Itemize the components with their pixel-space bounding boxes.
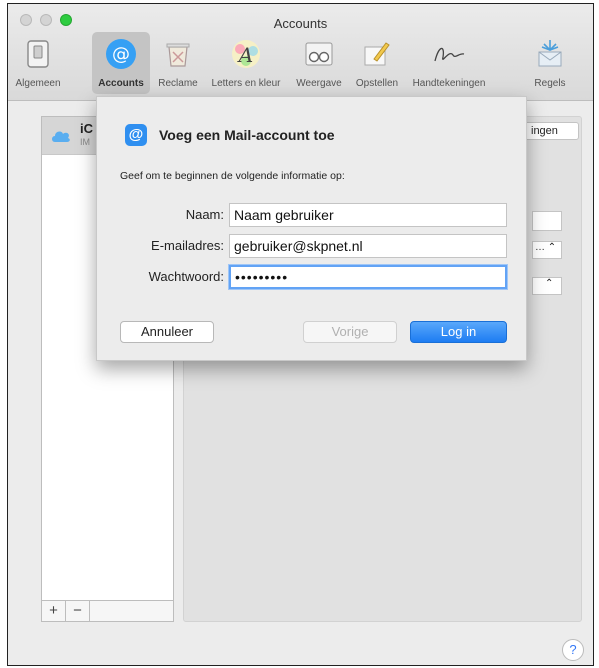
- tab-handtekeningen[interactable]: Handtekeningen: [406, 34, 492, 89]
- tab-label: Accounts: [98, 78, 144, 89]
- preference-tabs: Algemeen @ Accounts Reclame A Letters en…: [8, 32, 593, 98]
- password-label: Wachtwoord:: [148, 269, 224, 284]
- tab-label: Weergave: [296, 78, 342, 89]
- help-button[interactable]: ?: [562, 639, 584, 661]
- cloud-icon: [52, 131, 70, 142]
- switch-icon: [18, 34, 58, 74]
- name-field[interactable]: Naam gebruiker: [229, 203, 507, 227]
- account-type: IM: [80, 137, 90, 147]
- tab-label: Reclame: [158, 78, 198, 89]
- cancel-button[interactable]: Annuleer: [120, 321, 214, 343]
- svg-text:@: @: [112, 44, 130, 65]
- tab-weergave[interactable]: Weergave: [290, 34, 348, 89]
- mail-preferences-window: Accounts Algemeen @ Accounts Reclame A L…: [7, 3, 594, 666]
- dialog-header: @ Voeg een Mail-account toe: [125, 124, 335, 146]
- tab-reclame[interactable]: Reclame: [153, 34, 203, 89]
- dialog-title: Voeg een Mail-account toe: [159, 127, 335, 143]
- tab-label: Opstellen: [355, 78, 399, 89]
- tab-label: Regels: [534, 78, 566, 89]
- tab-label: Letters en kleur: [211, 78, 281, 89]
- tab-algemeen[interactable]: Algemeen: [10, 34, 66, 89]
- toolbar: Accounts Algemeen @ Accounts Reclame A L…: [8, 4, 593, 101]
- dialog-subtitle: Geef om te beginnen de volgende informat…: [120, 170, 345, 182]
- tab-accounts[interactable]: @ Accounts: [92, 32, 150, 94]
- login-button[interactable]: Log in: [410, 321, 507, 343]
- tab-regels[interactable]: Regels: [528, 34, 572, 89]
- account-name: iC: [80, 121, 93, 136]
- tab-label: Handtekeningen: [412, 78, 486, 89]
- rules-icon: [530, 34, 570, 74]
- svg-text:A: A: [237, 43, 253, 67]
- trash-icon: [158, 34, 198, 74]
- list-controls: + −: [41, 600, 174, 622]
- font-color-icon: A: [226, 34, 266, 74]
- remove-account-button[interactable]: −: [66, 601, 90, 621]
- detail-select[interactable]: ⌃: [532, 277, 562, 295]
- glasses-icon: [299, 34, 339, 74]
- tab-opstellen[interactable]: Opstellen: [350, 34, 404, 89]
- at-icon: @: [101, 34, 141, 74]
- password-field[interactable]: •••••••••: [228, 264, 508, 290]
- window-title: Accounts: [273, 16, 328, 31]
- detail-select[interactable]: … ⌃: [532, 241, 562, 259]
- pencil-icon: [357, 34, 397, 74]
- detail-field[interactable]: [532, 211, 562, 231]
- at-icon: @: [125, 124, 147, 146]
- add-account-dialog: @ Voeg een Mail-account toe Geef om te b…: [96, 96, 527, 361]
- tab-settings[interactable]: ingen: [524, 122, 579, 140]
- email-field[interactable]: gebruiker@skpnet.nl: [229, 234, 507, 258]
- tab-letters-en-kleur[interactable]: A Letters en kleur: [204, 34, 288, 89]
- email-label: E-mailadres:: [151, 238, 224, 253]
- signature-icon: [429, 34, 469, 74]
- name-label: Naam:: [185, 207, 224, 222]
- previous-button[interactable]: Vorige: [303, 321, 397, 343]
- tab-label: Algemeen: [15, 78, 61, 89]
- add-account-button[interactable]: +: [42, 601, 66, 621]
